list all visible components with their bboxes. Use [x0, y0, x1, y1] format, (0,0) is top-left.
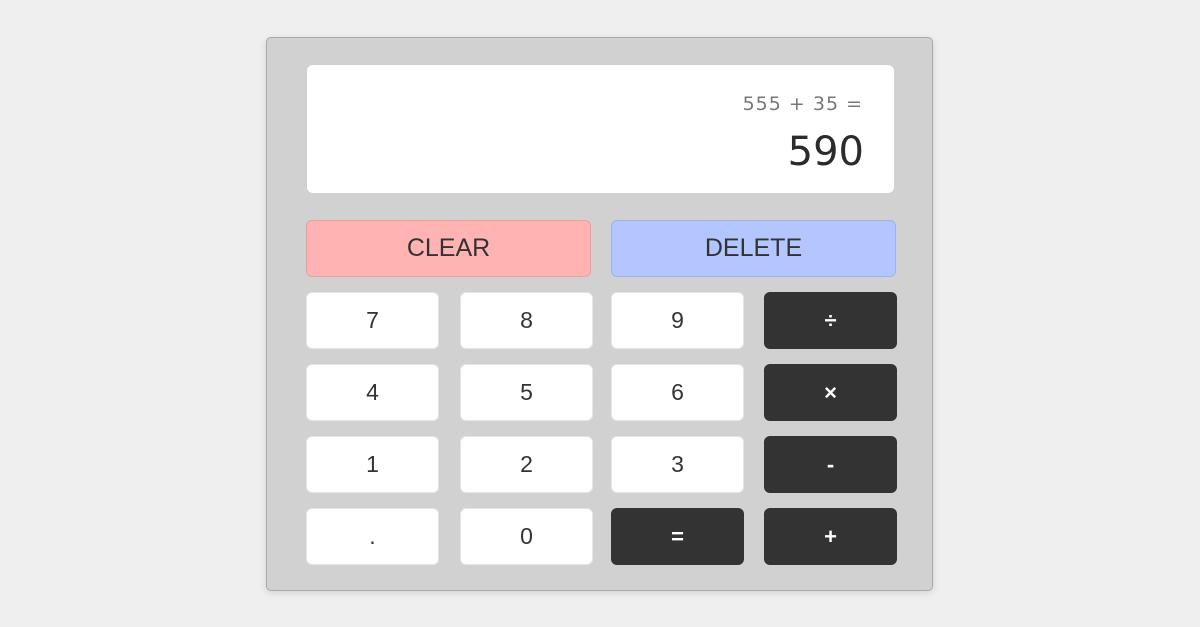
delete-button[interactable]: DELETE [611, 220, 896, 277]
divide-button[interactable]: ÷ [764, 292, 897, 349]
key-9[interactable]: 9 [611, 292, 744, 349]
key-7[interactable]: 7 [306, 292, 439, 349]
subtract-button[interactable]: - [764, 436, 897, 493]
key-1[interactable]: 1 [306, 436, 439, 493]
result-text: 590 [787, 129, 864, 175]
clear-button[interactable]: CLEAR [306, 220, 591, 277]
key-0[interactable]: 0 [460, 508, 593, 565]
equals-button[interactable]: = [611, 508, 744, 565]
decimal-button[interactable]: . [306, 508, 439, 565]
key-5[interactable]: 5 [460, 364, 593, 421]
key-6[interactable]: 6 [611, 364, 744, 421]
key-8[interactable]: 8 [460, 292, 593, 349]
key-2[interactable]: 2 [460, 436, 593, 493]
display: 555 + 35 = 590 [307, 65, 894, 193]
multiply-button[interactable]: × [764, 364, 897, 421]
add-button[interactable]: + [764, 508, 897, 565]
key-3[interactable]: 3 [611, 436, 744, 493]
calculator: 555 + 35 = 590 CLEAR DELETE 7 8 9 ÷ 4 5 … [266, 37, 933, 591]
key-4[interactable]: 4 [306, 364, 439, 421]
expression-text: 555 + 35 = [742, 93, 863, 115]
